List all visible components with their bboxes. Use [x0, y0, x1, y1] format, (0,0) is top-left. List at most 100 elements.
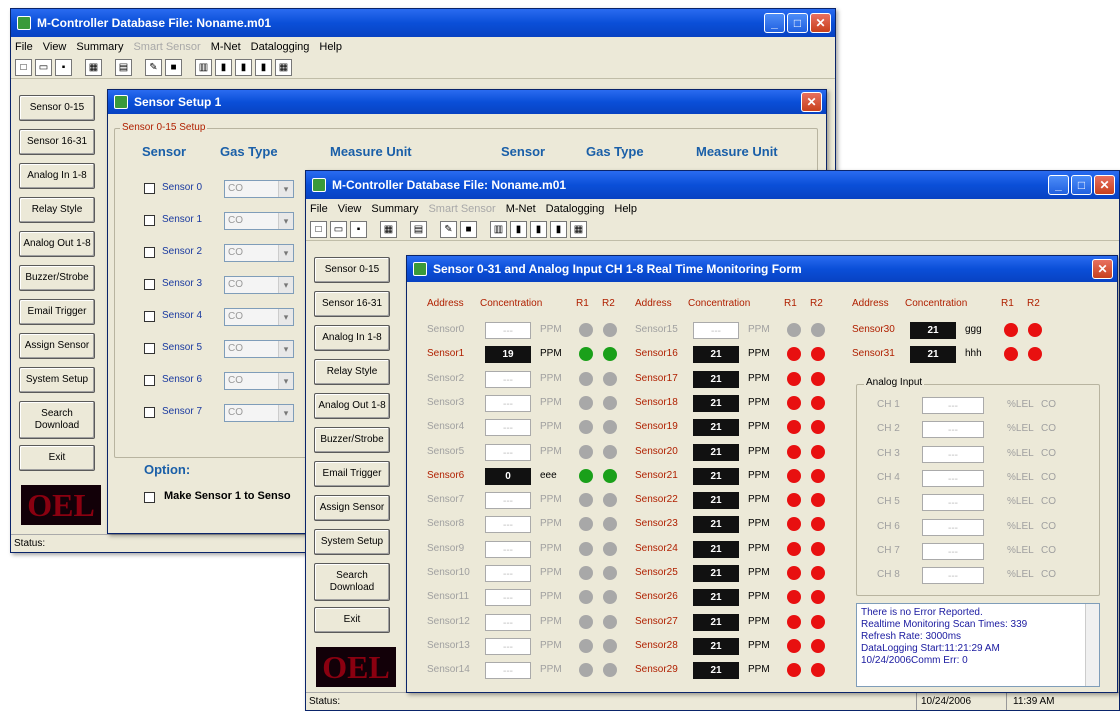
- relay1-indicator: [579, 444, 593, 459]
- gas-type-select[interactable]: CO: [224, 244, 294, 262]
- table-icon[interactable]: ▦: [275, 59, 292, 76]
- menu-item-view[interactable]: View: [338, 203, 362, 215]
- sensor-checkbox[interactable]: [144, 279, 155, 290]
- save-icon[interactable]: ▪: [350, 221, 367, 238]
- sidebar-button-relay-style[interactable]: Relay Style: [314, 359, 390, 385]
- sidebar-button-email-trigger[interactable]: Email Trigger: [314, 461, 390, 487]
- sensor-checkbox[interactable]: [144, 247, 155, 258]
- open-folder-icon[interactable]: ▭: [330, 221, 347, 238]
- gas-type-select[interactable]: CO: [224, 180, 294, 198]
- sidebar-button-assign-sensor[interactable]: Assign Sensor: [19, 333, 95, 359]
- log-line: DataLogging Start:11:21:29 AM: [861, 643, 1000, 654]
- bar-chart-icon[interactable]: ▮: [235, 59, 252, 76]
- close-icon[interactable]: ✕: [1094, 175, 1115, 195]
- menu-item-help[interactable]: Help: [319, 41, 342, 53]
- edit-icon[interactable]: ✎: [440, 221, 457, 238]
- sidebar-button-relay-style[interactable]: Relay Style: [19, 197, 95, 223]
- chart-icon[interactable]: ▥: [195, 59, 212, 76]
- network-icon[interactable]: ▦: [85, 59, 102, 76]
- close-icon[interactable]: ✕: [810, 13, 831, 33]
- gas-type-select[interactable]: CO: [224, 308, 294, 326]
- bar-chart-icon[interactable]: ▮: [255, 59, 272, 76]
- analog-value: ---: [922, 397, 984, 414]
- sidebar-button-sensor-0-15[interactable]: Sensor 0-15: [19, 95, 95, 121]
- sidebar-button-email-trigger[interactable]: Email Trigger: [19, 299, 95, 325]
- sidebar-button-exit[interactable]: Exit: [314, 607, 390, 633]
- sensor-checkbox[interactable]: [144, 311, 155, 322]
- menu-item-file[interactable]: File: [15, 41, 33, 53]
- bar-chart-icon[interactable]: ▮: [215, 59, 232, 76]
- bar-chart-icon[interactable]: ▮: [550, 221, 567, 238]
- maximize-icon[interactable]: □: [787, 13, 808, 33]
- sidebar-button-analog-in-1-8[interactable]: Analog In 1-8: [19, 163, 95, 189]
- menu-item-m-net[interactable]: M-Net: [506, 203, 536, 215]
- gas-type-select[interactable]: CO: [224, 212, 294, 230]
- bar-chart-icon[interactable]: ▮: [530, 221, 547, 238]
- back-title-bar[interactable]: M-Controller Database File: Noname.m01 _…: [11, 9, 835, 37]
- minimize-icon[interactable]: _: [764, 13, 785, 33]
- menu-item-help[interactable]: Help: [614, 203, 637, 215]
- sidebar-button-analog-out-1-8[interactable]: Analog Out 1-8: [19, 231, 95, 257]
- menu-item-datalogging[interactable]: Datalogging: [546, 203, 605, 215]
- sidebar-button-sensor-16-31[interactable]: Sensor 16-31: [19, 129, 95, 155]
- menu-item-view[interactable]: View: [43, 41, 67, 53]
- sidebar-button-system-setup[interactable]: System Setup: [19, 367, 95, 393]
- gas-type-select[interactable]: CO: [224, 276, 294, 294]
- menu-item-summary[interactable]: Summary: [371, 203, 418, 215]
- close-icon[interactable]: ✕: [1092, 259, 1113, 279]
- open-folder-icon[interactable]: ▭: [35, 59, 52, 76]
- sensor-address: Sensor22: [635, 494, 678, 506]
- option-checkbox[interactable]: [144, 492, 155, 503]
- edit-icon[interactable]: ✎: [145, 59, 162, 76]
- stop-icon[interactable]: ■: [460, 221, 477, 238]
- sidebar-button-analog-out-1-8[interactable]: Analog Out 1-8: [314, 393, 390, 419]
- sensor-checkbox[interactable]: [144, 183, 155, 194]
- menu-item-datalogging[interactable]: Datalogging: [251, 41, 310, 53]
- sensor-checkbox[interactable]: [144, 407, 155, 418]
- sidebar-button-analog-in-1-8[interactable]: Analog In 1-8: [314, 325, 390, 351]
- analog-channel-label: CH 6: [877, 520, 900, 532]
- unit-label: eee: [540, 469, 557, 481]
- relay2-indicator: [811, 614, 825, 629]
- sidebar-button-search-download[interactable]: Search Download: [314, 563, 390, 601]
- scrollbar[interactable]: [1085, 604, 1099, 686]
- save-icon[interactable]: ▪: [55, 59, 72, 76]
- print-icon[interactable]: ▤: [410, 221, 427, 238]
- sensor-checkbox[interactable]: [144, 215, 155, 226]
- table-icon[interactable]: ▦: [570, 221, 587, 238]
- app-icon: [114, 95, 128, 109]
- sidebar-button-buzzer-strobe[interactable]: Buzzer/Strobe: [314, 427, 390, 453]
- sidebar-button-search-download[interactable]: Search Download: [19, 401, 95, 439]
- minimize-icon[interactable]: _: [1048, 175, 1069, 195]
- log-line: Refresh Rate: 3000ms: [861, 631, 962, 642]
- print-icon[interactable]: ▤: [115, 59, 132, 76]
- sidebar-button-buzzer-strobe[interactable]: Buzzer/Strobe: [19, 265, 95, 291]
- unit-label: PPM: [540, 421, 562, 433]
- menu-item-m-net[interactable]: M-Net: [211, 41, 241, 53]
- relay1-indicator: [579, 420, 593, 435]
- gas-type-select[interactable]: CO: [224, 404, 294, 422]
- sidebar-button-sensor-16-31[interactable]: Sensor 16-31: [314, 291, 390, 317]
- sidebar-button-assign-sensor[interactable]: Assign Sensor: [314, 495, 390, 521]
- menu-item-file[interactable]: File: [310, 203, 328, 215]
- chart-icon[interactable]: ▥: [490, 221, 507, 238]
- sensor-checkbox[interactable]: [144, 375, 155, 386]
- front-title-bar[interactable]: M-Controller Database File: Noname.m01 _…: [306, 171, 1119, 199]
- network-icon[interactable]: ▦: [380, 221, 397, 238]
- sensor-checkbox[interactable]: [144, 343, 155, 354]
- setup-title-bar[interactable]: Sensor Setup 1 ✕: [108, 90, 826, 114]
- sidebar-button-exit[interactable]: Exit: [19, 445, 95, 471]
- bar-chart-icon[interactable]: ▮: [510, 221, 527, 238]
- gas-type-select[interactable]: CO: [224, 340, 294, 358]
- maximize-icon[interactable]: □: [1071, 175, 1092, 195]
- monitor-title-bar[interactable]: Sensor 0-31 and Analog Input CH 1-8 Real…: [407, 256, 1117, 282]
- new-file-icon[interactable]: □: [310, 221, 327, 238]
- sidebar-button-sensor-0-15[interactable]: Sensor 0-15: [314, 257, 390, 283]
- sidebar-button-system-setup[interactable]: System Setup: [314, 529, 390, 555]
- new-file-icon[interactable]: □: [15, 59, 32, 76]
- gas-type-select[interactable]: CO: [224, 372, 294, 390]
- stop-icon[interactable]: ■: [165, 59, 182, 76]
- close-icon[interactable]: ✕: [801, 92, 822, 112]
- menu-item-summary[interactable]: Summary: [76, 41, 123, 53]
- sensor-address: Sensor29: [635, 664, 678, 676]
